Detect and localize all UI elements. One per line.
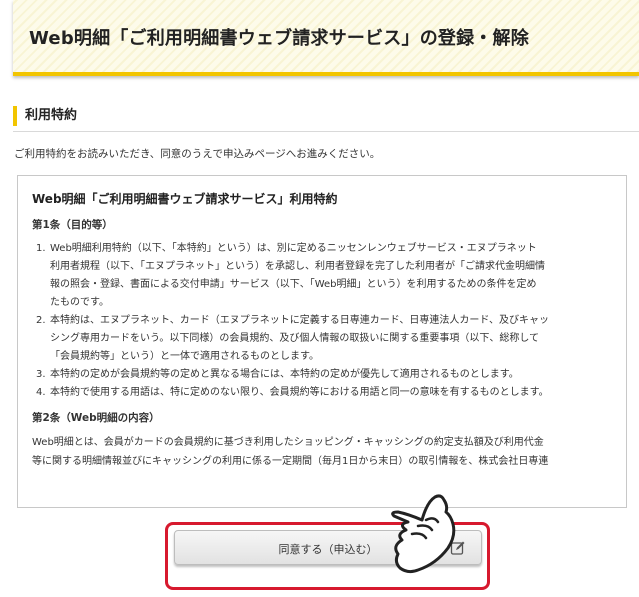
- section-divider: [13, 131, 639, 132]
- intro-text: ご利用特約をお読みいただき、同意のうえで申込みページへお進みください。: [14, 148, 381, 160]
- pointing-hand-icon: [378, 494, 462, 576]
- article-1-heading: 第1条（目的等）: [32, 219, 113, 231]
- article-2-line: 等に関する明細情報並びにキャッシングの利用に係る一定期間（毎月1日から末日）の取…: [32, 456, 549, 467]
- article-1-list: 1. Web明細利用特約（以下、「本特約」という）は、別に定めるニッセンレンウェ…: [32, 240, 614, 402]
- article-2-body: Web明細とは、会員がカードの会員規約に基づき利用したショッピング・キャッシング…: [32, 433, 614, 471]
- list-item-number: 4.: [36, 387, 46, 398]
- list-item-number: 1.: [36, 243, 46, 254]
- list-item-line: 本特約で使用する用語は、特に定めのない限り、会員規約等における用語と同一の意味を…: [50, 387, 549, 398]
- page-header: Web明細「ご利用明細書ウェブ請求サービス」の登録・解除: [13, 0, 639, 76]
- article-2-line: Web明細とは、会員がカードの会員規約に基づき利用したショッピング・キャッシング…: [32, 437, 544, 448]
- list-item-line: 本特約は、エヌプラネット、カード（エヌプラネットに定義する日専連カード、日専連法…: [50, 315, 549, 326]
- terms-scroll-box[interactable]: Web明細「ご利用明細書ウェブ請求サービス」利用特約 第1条（目的等） 1. W…: [17, 175, 627, 508]
- list-item-number: 3.: [36, 369, 46, 380]
- list-item-line: 本特約の定めが会員規約等の定めと異なる場合には、本特約の定めが優先して適用される…: [50, 369, 519, 380]
- list-item: 3. 本特約の定めが会員規約等の定めと異なる場合には、本特約の定めが優先して適用…: [32, 366, 614, 384]
- list-item-line: Web明細利用特約（以下、「本特約」という）は、別に定めるニッセンレンウェブサー…: [50, 243, 537, 254]
- list-item-line: たものです。: [50, 297, 109, 308]
- terms-title: Web明細「ご利用明細書ウェブ請求サービス」利用特約: [32, 192, 338, 206]
- list-item-line: 「会員規約等」という）と一体で適用されるものとします。: [50, 351, 319, 362]
- list-item-line: 報の照会・登録、書面による交付申請」サービス（以下、「Web明細」という）を利用…: [50, 279, 537, 290]
- list-item-number: 2.: [36, 315, 46, 326]
- list-item: 1. Web明細利用特約（以下、「本特約」という）は、別に定めるニッセンレンウェ…: [32, 240, 614, 312]
- article-2-heading: 第2条（Web明細の内容）: [32, 412, 160, 424]
- section-heading: 利用特約: [13, 106, 77, 126]
- list-item: 2. 本特約は、エヌプラネット、カード（エヌプラネットに定義する日専連カード、日…: [32, 312, 614, 366]
- list-item: 4. 本特約で使用する用語は、特に定めのない限り、会員規約等における用語と同一の…: [32, 384, 614, 402]
- page-title: Web明細「ご利用明細書ウェブ請求サービス」の登録・解除: [29, 28, 529, 49]
- list-item-line: シング専用カードをいう。以下同様）の会員規約、及び個人情報の取扱いに関する重要事…: [50, 333, 540, 344]
- list-item-line: 利用者規程（以下、「エヌプラネット」という）を承認し、利用者登録を完了した利用者…: [50, 261, 545, 272]
